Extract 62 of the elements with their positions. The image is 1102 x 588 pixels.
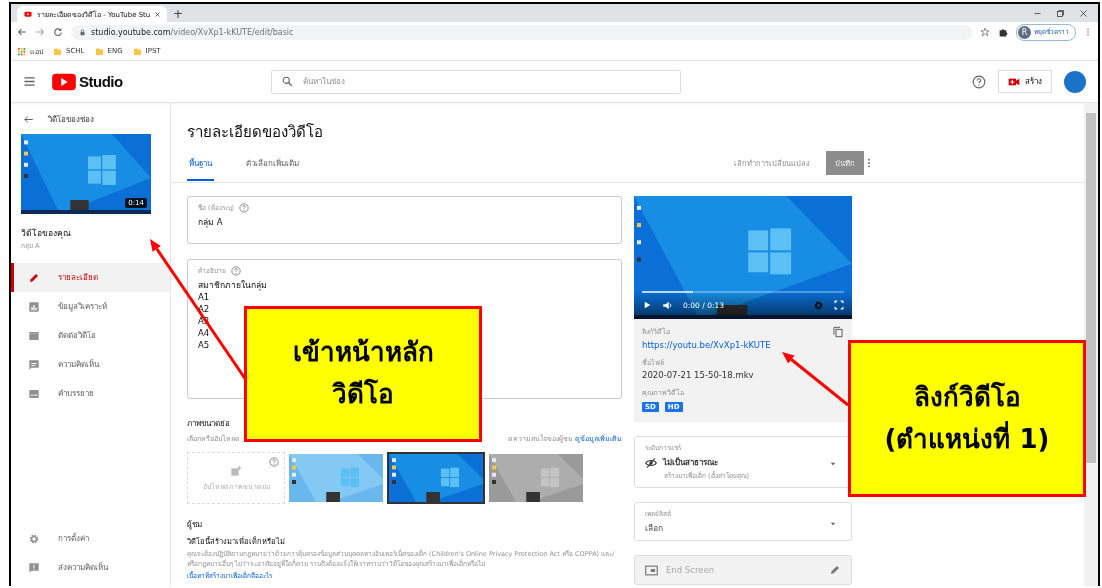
feedback-icon xyxy=(28,561,40,574)
nav-item[interactable]: รายละเอียด xyxy=(11,263,170,292)
puzzle-icon[interactable] xyxy=(998,27,1008,37)
end-screen-icon xyxy=(645,563,658,577)
avatar[interactable] xyxy=(1064,70,1086,93)
page-title: รายละเอียดของวิดีโอ xyxy=(187,122,324,143)
clapperboard-icon xyxy=(28,329,40,342)
section-heading: ภาพขนาดย่อ xyxy=(187,418,231,430)
address-bar[interactable]: studio.youtube.com/video/XvXp1-kKUTE/edit/basic xyxy=(71,24,972,40)
help-icon[interactable] xyxy=(972,74,986,89)
folder-icon xyxy=(94,46,104,56)
eye-off-icon xyxy=(645,456,657,469)
file-name: 2020-07-21 15-50-18.mkv xyxy=(642,370,755,380)
folder-icon xyxy=(132,46,142,56)
folder-icon xyxy=(53,46,62,56)
add-image-icon xyxy=(230,464,242,477)
star-icon[interactable] xyxy=(980,27,990,37)
close-icon[interactable] xyxy=(154,10,161,18)
back-icon[interactable] xyxy=(23,114,34,125)
search-icon xyxy=(281,76,293,87)
nav-item[interactable]: คำบรรยาย xyxy=(11,379,170,408)
search-bar[interactable]: ค้นหาในช่อง xyxy=(270,69,681,94)
lock-icon xyxy=(79,28,86,36)
pencil-icon xyxy=(28,271,40,284)
restore-icon[interactable] xyxy=(1056,8,1065,18)
settings-icon[interactable] xyxy=(813,299,824,311)
tab[interactable]: พื้นฐาน xyxy=(187,145,214,181)
callout-box: ลิงก์วิดีโอ (ตำแหน่งที่ 1) xyxy=(848,340,1086,497)
back-icon[interactable] xyxy=(17,27,27,37)
tab[interactable]: ตัวเลือกเพิ่มเติม xyxy=(244,145,301,181)
youtube-icon xyxy=(23,10,33,18)
close-icon[interactable] xyxy=(1079,8,1088,18)
studio-logo[interactable]: Studio xyxy=(52,71,123,92)
nav-item[interactable]: ส่งความคิดเห็น xyxy=(11,553,170,582)
pencil-icon xyxy=(829,564,841,576)
subtitles-icon xyxy=(28,387,40,400)
search-field[interactable]: ค้นหาในช่อง xyxy=(302,71,670,92)
create-button[interactable]: สร้าง xyxy=(998,70,1052,93)
chart-icon xyxy=(28,300,40,313)
settings-icon xyxy=(28,532,40,545)
play-logo-icon xyxy=(52,71,76,92)
arrow xyxy=(782,352,849,407)
nav-item[interactable]: การตั้งค่า xyxy=(11,524,170,553)
apps-icon xyxy=(17,46,26,56)
caret-icon xyxy=(829,460,837,468)
play-icon[interactable] xyxy=(642,300,652,310)
callout-box: เข้าหน้าหลัก วิดีโอ xyxy=(244,306,482,442)
reload-icon[interactable] xyxy=(53,27,63,37)
comment-icon xyxy=(28,358,40,371)
back-link[interactable]: วิดีโอของช่อง xyxy=(48,113,94,126)
nav-item[interactable]: ข้อมูลวิเคราะห์ xyxy=(11,292,170,321)
section-heading: ผู้ชม xyxy=(187,519,203,531)
new-tab-button[interactable]: + xyxy=(173,6,184,22)
menu-icon[interactable] xyxy=(23,75,36,88)
scrollbar[interactable] xyxy=(1084,103,1098,586)
nav-item[interactable]: ความคิดเห็น xyxy=(11,350,170,379)
video-heading: วิดีโอของคุณ xyxy=(21,227,72,240)
fullscreen-icon[interactable] xyxy=(834,300,844,310)
copy-icon[interactable] xyxy=(832,326,844,338)
nav-item[interactable]: ตัดต่อวิดีโอ xyxy=(11,321,170,350)
volume-icon[interactable] xyxy=(662,299,673,311)
video-link[interactable]: https://youtu.be/XvXp1-kKUTE xyxy=(642,340,771,350)
